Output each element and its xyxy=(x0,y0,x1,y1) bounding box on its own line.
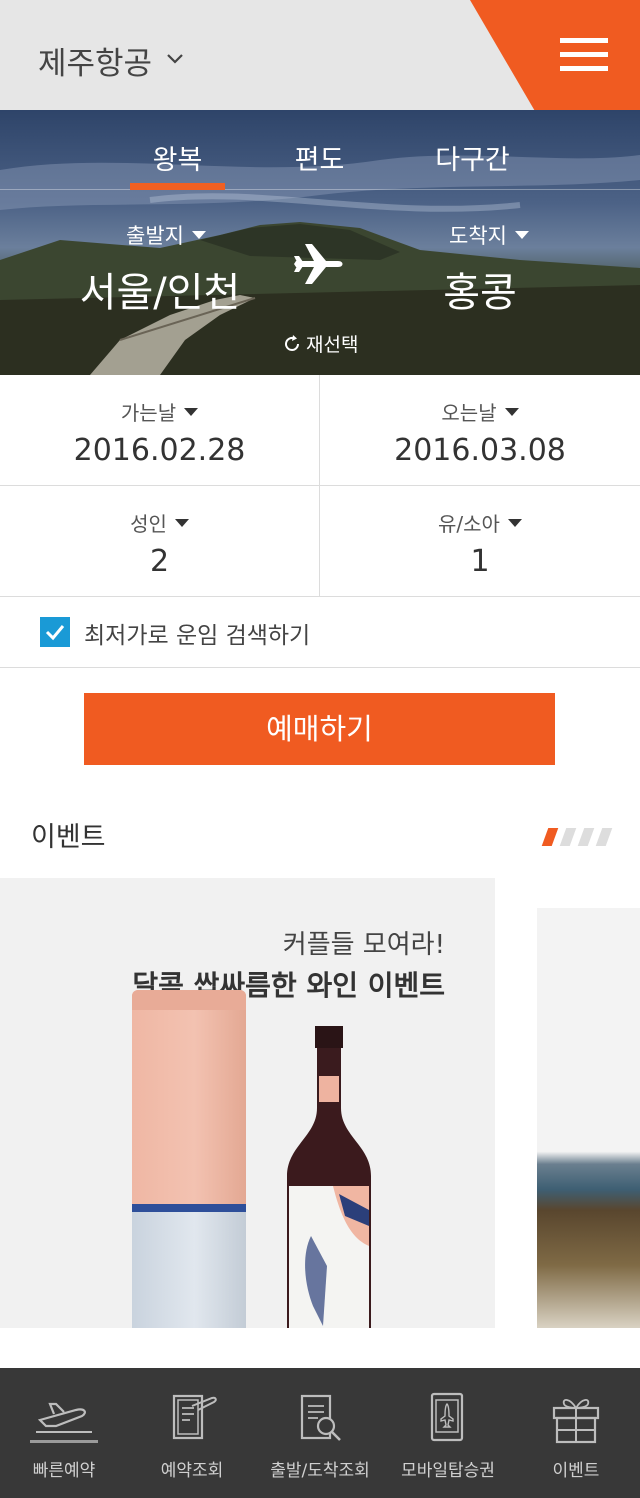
event-subtitle: 커플들 모여라! xyxy=(282,930,445,960)
airline-name: 제주항공 xyxy=(38,46,153,82)
arrival-label: 도착지 xyxy=(449,224,507,248)
tab-multi-city[interactable]: 다구간 xyxy=(420,138,525,177)
checkmark-icon xyxy=(45,625,65,641)
child-label: 유/소아 xyxy=(438,512,500,536)
nav-mobile-boarding-pass[interactable]: 모바일탑승권 xyxy=(384,1368,512,1498)
caret-down-icon xyxy=(507,518,522,527)
nav-label: 빠른예약 xyxy=(32,1461,96,1481)
nav-label: 이벤트 xyxy=(552,1461,600,1481)
pager-dot-4[interactable] xyxy=(595,828,613,846)
nav-label: 예약조회 xyxy=(160,1461,224,1481)
caret-down-icon xyxy=(174,518,189,527)
pager-dot-2[interactable] xyxy=(559,828,577,846)
booking-document-icon xyxy=(172,1394,217,1440)
airplane-takeoff-icon xyxy=(36,1402,92,1433)
trip-type-tabs: 왕복 편도 다구간 xyxy=(0,110,640,190)
arrival-dropdown[interactable]: 도착지 xyxy=(449,220,529,250)
caret-down-icon xyxy=(504,407,519,416)
lowest-fare-label[interactable]: 최저가로 운임 검색하기 xyxy=(84,616,310,650)
child-count-value: 1 xyxy=(470,544,490,579)
hamburger-menu-icon[interactable] xyxy=(560,38,610,76)
nav-events[interactable]: 이벤트 xyxy=(512,1368,640,1498)
nav-label: 출발/도착조회 xyxy=(270,1461,370,1481)
nav-label: 모바일탑승권 xyxy=(401,1461,495,1481)
pager-dot-1[interactable] xyxy=(541,828,559,846)
return-date-value: 2016.03.08 xyxy=(394,433,566,468)
caret-down-icon xyxy=(514,231,529,239)
nav-booking-lookup[interactable]: 예약조회 xyxy=(128,1368,256,1498)
tab-round-trip[interactable]: 왕복 xyxy=(130,138,225,177)
flight-status-search-icon xyxy=(300,1394,341,1441)
departure-label: 출발지 xyxy=(126,224,184,248)
depart-date-value: 2016.02.28 xyxy=(73,433,246,468)
airplane-icon xyxy=(294,244,343,284)
gift-tube-image xyxy=(132,990,246,1328)
adult-count-field[interactable]: 성인 2 xyxy=(0,486,320,596)
lowest-fare-option: 최저가로 운임 검색하기 xyxy=(0,597,640,668)
adult-count-value: 2 xyxy=(149,544,170,579)
menu-corner-shape xyxy=(470,0,640,110)
event-banner-next[interactable] xyxy=(537,908,640,1328)
passenger-row: 성인 2 유/소아 1 xyxy=(0,486,640,597)
nav-quick-booking[interactable]: 빠른예약 xyxy=(0,1368,128,1498)
events-section-title: 이벤트 xyxy=(31,822,106,853)
adult-label: 성인 xyxy=(130,512,167,536)
depart-date-label: 가는날 xyxy=(120,401,177,425)
departure-dropdown[interactable]: 출발지 xyxy=(126,220,206,250)
active-tab-indicator xyxy=(130,183,225,190)
reselect-label: 재선택 xyxy=(306,334,359,356)
tab-one-way[interactable]: 편도 xyxy=(272,138,367,177)
arrival-city[interactable]: 홍콩 xyxy=(380,260,580,318)
depart-date-field[interactable]: 가는날 2016.02.28 xyxy=(0,375,320,485)
route-selector-panel: 왕복 편도 다구간 출발지 서울/인천 도착지 홍콩 재선택 xyxy=(0,110,640,375)
return-date-field[interactable]: 오는날 2016.03.08 xyxy=(320,375,640,485)
child-count-field[interactable]: 유/소아 1 xyxy=(320,486,640,596)
gift-icon xyxy=(552,1399,600,1444)
return-date-label: 오는날 xyxy=(441,401,497,425)
lowest-fare-checkbox[interactable] xyxy=(40,617,70,647)
events-pager xyxy=(541,828,613,846)
reselect-button[interactable]: 재선택 xyxy=(282,330,358,357)
book-button[interactable]: 예매하기 xyxy=(84,693,555,765)
refresh-icon xyxy=(285,334,299,351)
bottom-navigation: 빠른예약 예약조회 출발/도착조회 모바일탑승권 이벤트 xyxy=(0,1368,640,1498)
nav-flight-status[interactable]: 출발/도착조회 xyxy=(256,1368,384,1498)
pager-dot-3[interactable] xyxy=(577,828,595,846)
airline-selector[interactable]: 제주항공 xyxy=(38,38,184,83)
caret-down-icon xyxy=(184,407,199,416)
event-banner-wine[interactable]: 커플들 모여라! 달콤 쌉싸름한 와인 이벤트 xyxy=(0,878,495,1328)
nav-active-indicator xyxy=(30,1440,98,1443)
chevron-down-icon xyxy=(167,53,183,64)
departure-city[interactable]: 서울/인천 xyxy=(60,260,260,318)
app-header: 제주항공 xyxy=(0,0,640,110)
wine-bottle-image xyxy=(287,1026,371,1328)
caret-down-icon xyxy=(191,231,206,239)
date-row: 가는날 2016.02.28 오는날 2016.03.08 xyxy=(0,375,640,486)
mobile-boarding-pass-icon xyxy=(430,1392,464,1442)
